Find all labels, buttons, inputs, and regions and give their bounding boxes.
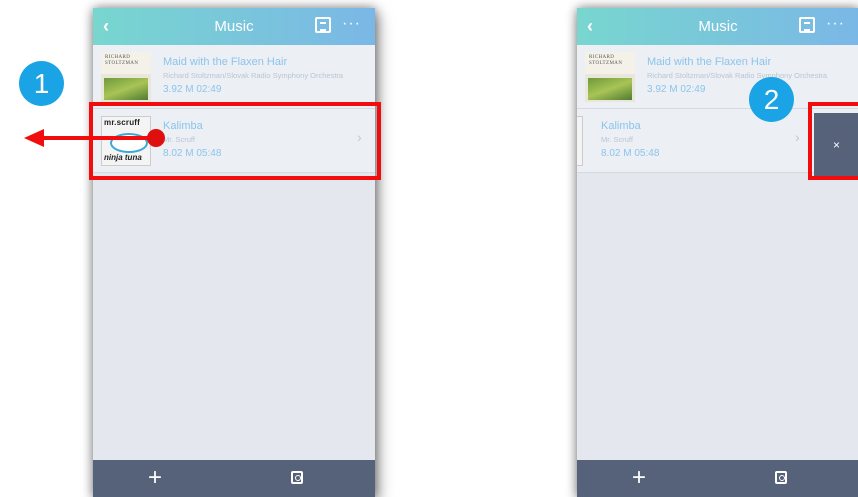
add-button[interactable]: + <box>148 464 162 492</box>
list-item[interactable]: RICHARD STOLTZMAN Maid with the Flaxen H… <box>93 45 375 109</box>
album-art-text: RICHARD STOLTZMAN <box>101 52 151 74</box>
share-icon[interactable] <box>291 471 303 484</box>
arrow-left-icon <box>24 129 44 147</box>
page-title: Music <box>698 18 738 35</box>
add-button[interactable]: + <box>632 464 646 492</box>
track-artist: Mr. Scruff <box>601 135 633 144</box>
list-item[interactable]: RICHARD STOLTZMAN Maid with the Flaxen H… <box>577 45 858 109</box>
album-art: RICHARD STOLTZMAN <box>101 52 151 102</box>
highlight-box-row <box>89 102 381 180</box>
more-menu-button[interactable]: ··· <box>826 14 845 34</box>
touch-point-icon <box>147 129 165 147</box>
bottom-toolbar: + <box>577 460 858 497</box>
track-artist: Richard Stoltzman/Slovak Radio Symphony … <box>647 71 828 80</box>
album-art-text: RICHARD STOLTZMAN <box>585 52 635 74</box>
album-art <box>577 116 583 166</box>
bottom-toolbar: + <box>93 460 375 497</box>
step-2-badge: 2 <box>749 77 794 122</box>
track-size-duration: 3.92 M 02:49 <box>163 84 222 95</box>
highlight-box-delete <box>808 102 858 180</box>
share-icon[interactable] <box>775 471 787 484</box>
album-art: RICHARD STOLTZMAN <box>585 52 635 102</box>
music-header: ‹ Music ··· <box>93 8 375 45</box>
track-artist: Richard Stoltzman/Slovak Radio Symphony … <box>163 71 344 80</box>
edit-list-icon[interactable] <box>315 17 331 33</box>
track-title: Maid with the Flaxen Hair <box>163 56 288 68</box>
track-size-duration: 8.02 M 05:48 <box>601 148 660 159</box>
more-menu-button[interactable]: ··· <box>342 14 361 34</box>
track-title: Maid with the Flaxen Hair <box>647 56 772 68</box>
swipe-arrow <box>42 136 152 140</box>
chevron-right-icon: › <box>795 129 800 145</box>
phone-screen-after: ‹ Music ··· RICHARD STOLTZMAN Maid with … <box>577 8 858 497</box>
phone-screen-before: ‹ Music ··· RICHARD STOLTZMAN Maid with … <box>93 8 375 497</box>
edit-list-icon[interactable] <box>799 17 815 33</box>
step-1-badge: 1 <box>19 61 64 106</box>
page-title: Music <box>214 18 254 35</box>
music-header: ‹ Music ··· <box>577 8 858 45</box>
track-size-duration: 3.92 M 02:49 <box>647 84 706 95</box>
track-title: Kalimba <box>601 120 641 132</box>
